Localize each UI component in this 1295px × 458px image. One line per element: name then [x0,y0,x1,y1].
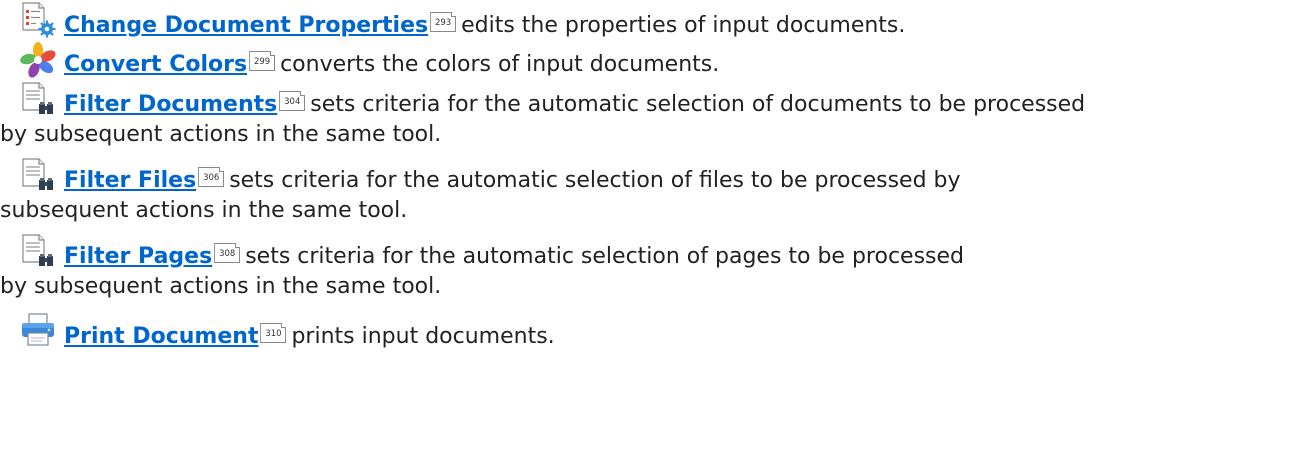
link-filter-files[interactable]: Filter Files [64,168,196,193]
filter-binoculars-icon [22,158,53,190]
entry-description: converts the colors of input documents. [280,52,720,77]
entry-description: prints input documents. [291,324,555,349]
entry-description: sets criteria for the automatic selectio… [310,92,1086,117]
link-filter-documents[interactable]: Filter Documents [64,92,277,117]
link-filter-pages[interactable]: Filter Pages [64,244,212,269]
printer-icon [22,313,54,346]
entry-line-continued: by subsequent actions in the same tool. [0,118,441,152]
link-convert-colors[interactable]: Convert Colors [64,52,247,77]
page-reference[interactable]: 293 [430,12,457,32]
filter-binoculars-icon [22,234,53,266]
entry-description-continued: by subsequent actions in the same tool. [0,274,442,299]
entry-description: sets criteria for the automatic selectio… [245,244,965,269]
link-change-document-properties[interactable]: Change Document Properties [64,13,428,38]
entry-description: edits the properties of input documents. [461,13,906,38]
page-reference[interactable]: 308 [214,243,241,263]
entry-line-continued: by subsequent actions in the same tool. [0,270,441,304]
page-reference[interactable]: 310 [260,323,287,343]
page-reference[interactable]: 306 [198,167,225,187]
entry-description: sets criteria for the automatic selectio… [229,168,961,193]
entry-description-continued: subsequent actions in the same tool. [0,198,408,223]
filter-binoculars-icon [22,82,53,114]
entry-line: Filter Documents 304 sets criteria for the… [64,88,1085,122]
entry-description-continued: by subsequent actions in the same tool. [0,122,442,147]
page-reference[interactable]: 299 [249,51,276,71]
page-reference[interactable]: 304 [279,91,306,111]
entry-line-continued: subsequent actions in the same tool. [0,194,407,228]
entry-line: Filter Pages 308 sets criteria for the aut… [64,240,964,274]
link-print-document[interactable]: Print Document [64,324,258,349]
entry-line: Filter Files 306 sets criteria for the aut… [64,164,961,198]
convert-colors-icon [20,42,56,78]
document-properties-icon [22,2,56,38]
entry-line: Change Document Properties 293 edits the p… [64,9,905,43]
entry-line: Convert Colors 299 converts the colors of … [64,48,719,82]
entry-line: Print Document 310 prints input documents. [64,320,555,354]
